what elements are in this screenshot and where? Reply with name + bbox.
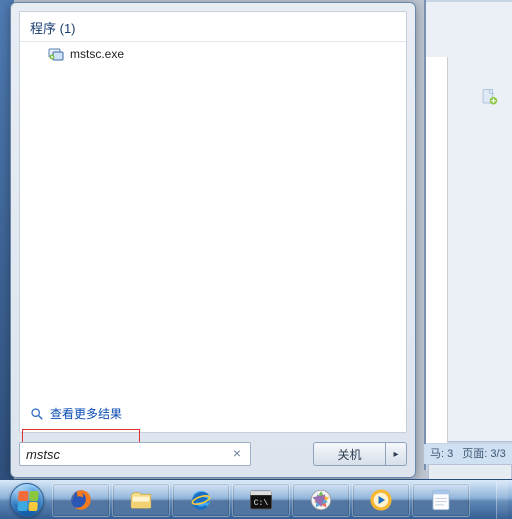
background-pane: [426, 2, 512, 442]
start-menu-bottom-row: × 关机 ▸: [19, 439, 407, 469]
status-seg-1: 马: 3: [430, 448, 453, 460]
see-more-label: 查看更多结果: [50, 405, 122, 422]
search-field-wrap: ×: [19, 442, 251, 466]
taskbar-item-firefox[interactable]: [52, 483, 110, 517]
rdp-icon: [48, 46, 64, 62]
shutdown-menu-arrow[interactable]: ▸: [385, 442, 407, 466]
taskbar: C:\: [0, 479, 512, 519]
taskbar-item-notepad[interactable]: [412, 483, 470, 517]
notepad-icon: [428, 487, 454, 513]
background-window: [424, 0, 512, 470]
result-item-label: mstsc.exe: [70, 47, 124, 61]
search-icon: [30, 407, 44, 421]
media-icon: [368, 487, 394, 513]
results-group-header-programs: 程序 (1): [20, 12, 406, 42]
taskbar-item-cmd[interactable]: C:\: [232, 483, 290, 517]
doc-new-icon: [480, 88, 498, 106]
background-scrollbar[interactable]: [428, 464, 512, 480]
clear-search-icon[interactable]: ×: [229, 445, 245, 461]
svg-text:C:\: C:\: [254, 498, 269, 507]
show-desktop-button[interactable]: [496, 481, 508, 519]
start-menu-panel: 程序 (1) mstsc.exe 查看更多结果 × 关机 ▸: [10, 2, 416, 478]
status-seg-2: 页面: 3/3: [462, 448, 505, 460]
ie-icon: [188, 487, 214, 513]
folder-icon: [128, 487, 154, 513]
start-button[interactable]: [4, 481, 50, 519]
cmd-icon: C:\: [248, 487, 274, 513]
document-page-edge: [426, 57, 448, 443]
shutdown-button[interactable]: 关机: [313, 442, 385, 466]
taskbar-item-media[interactable]: [352, 483, 410, 517]
shutter-icon: [308, 487, 334, 513]
firefox-icon: [68, 487, 94, 513]
taskbar-item-explorer[interactable]: [112, 483, 170, 517]
taskbar-item-ie[interactable]: [172, 483, 230, 517]
background-statusbar: 马: 3 页面: 3/3 节: [424, 444, 512, 464]
search-results-pane: 程序 (1) mstsc.exe 查看更多结果: [19, 11, 407, 433]
taskbar-item-picasa[interactable]: [292, 483, 350, 517]
search-input[interactable]: [19, 442, 251, 466]
windows-orb-icon: [10, 483, 44, 517]
result-item-mstsc[interactable]: mstsc.exe: [20, 42, 406, 66]
shutdown-split-button: 关机 ▸: [313, 442, 407, 466]
see-more-results-link[interactable]: 查看更多结果: [20, 397, 406, 432]
